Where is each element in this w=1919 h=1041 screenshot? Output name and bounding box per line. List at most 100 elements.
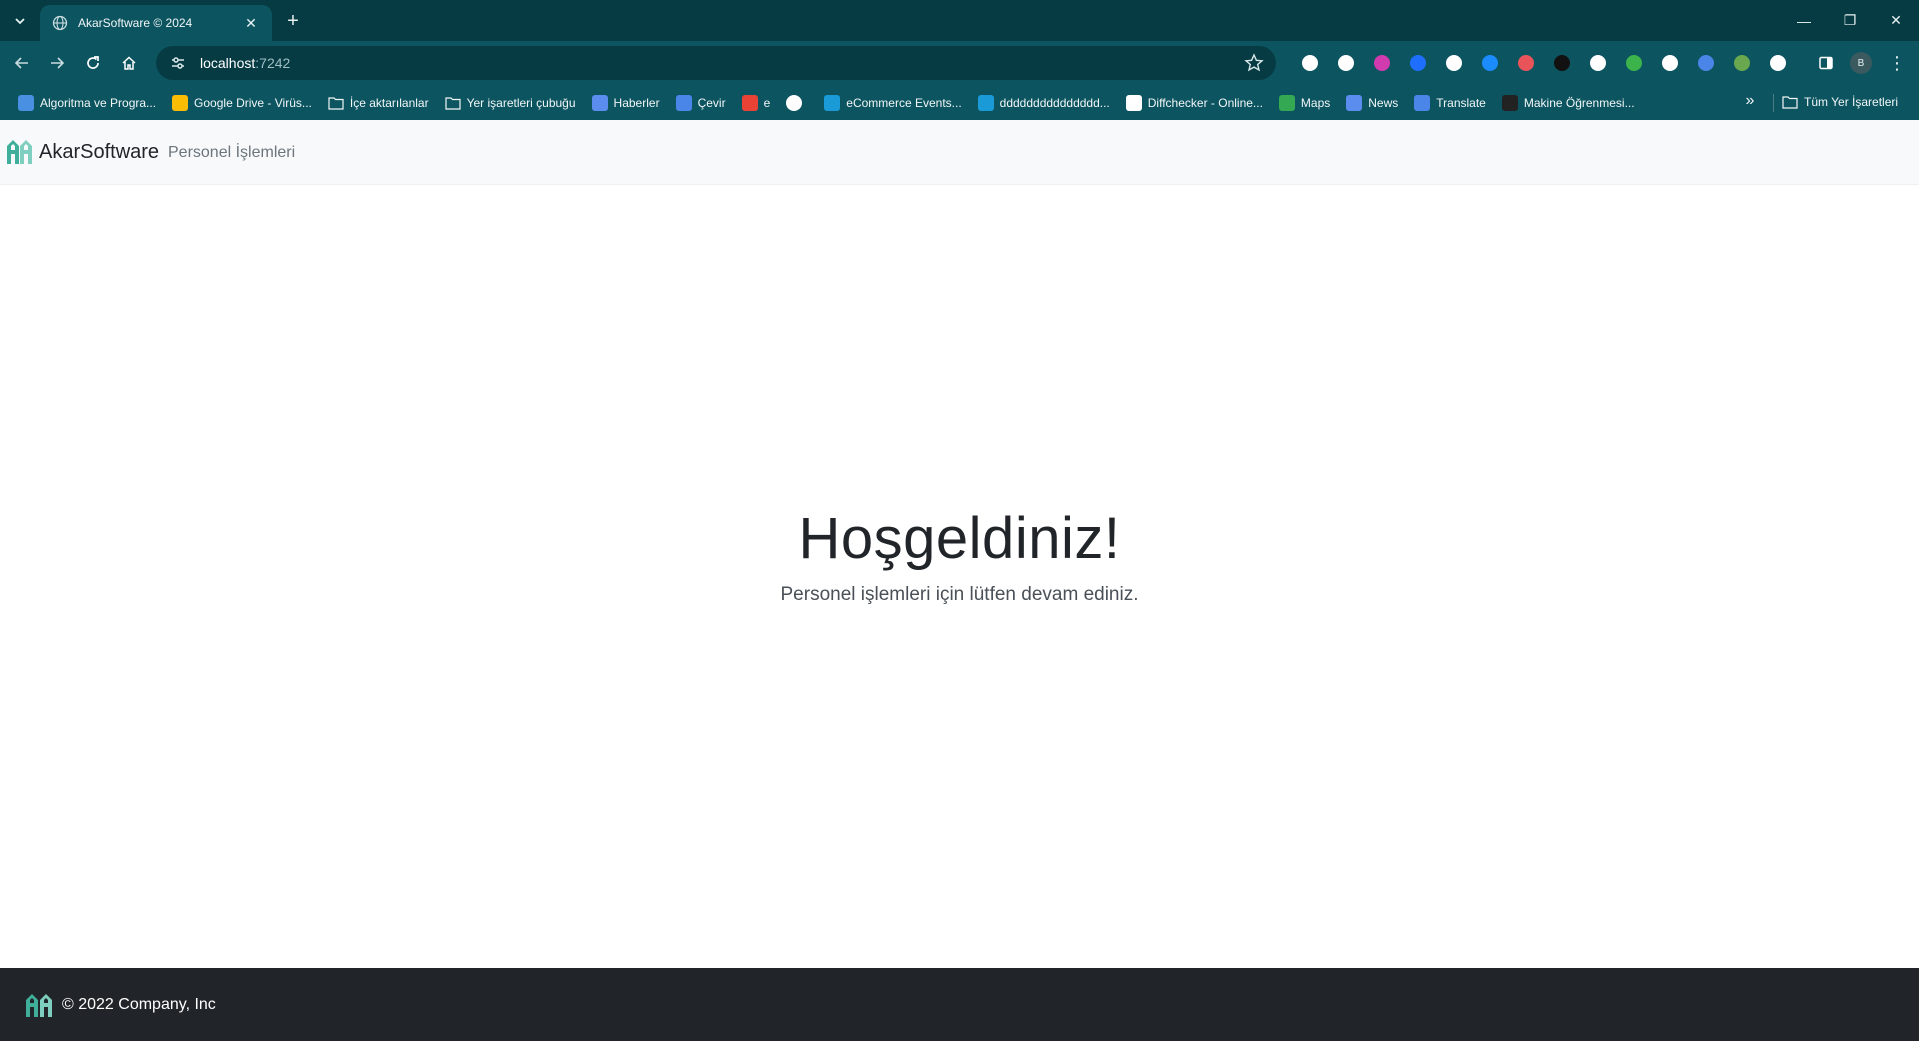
bookmark-item[interactable]: eCommerce Events... [816,90,969,116]
color-extension-icon[interactable] [1616,51,1652,75]
bookmark-item[interactable] [778,90,816,116]
news-icon [591,94,608,111]
green-extension-icon[interactable] [1724,51,1760,75]
welcome-section: Hoşgeldiniz! Personel işlemleri için lüt… [0,505,1919,606]
bookmark-label: Diffchecker - Online... [1147,95,1263,110]
forward-arrow-icon[interactable] [45,51,69,75]
translate-icon [675,94,692,111]
reload-icon[interactable] [81,51,105,75]
translate-icon [1414,94,1431,111]
puzzle-extension-icon[interactable] [1760,51,1796,75]
bookmark-label: Maps [1300,95,1331,110]
profile-avatar[interactable]: B [1850,52,1872,74]
bookmark-label: Yer işaretleri çubuğu [466,95,576,110]
url-host: localhost [200,55,256,71]
bookmark-label: Algoritma ve Progra... [40,95,157,110]
site-footer: © 2022 Company, Inc [0,968,1919,1041]
back-arrow-icon[interactable] [10,51,34,75]
bookmark-label: eCommerce Events... [846,95,962,110]
d-icon [1125,94,1142,111]
wordpress-icon [1501,94,1518,111]
atom-extension-icon[interactable] [1436,51,1472,75]
bookmarks-overflow-chevron-icon[interactable]: » [1738,89,1762,113]
bookmark-star-icon[interactable] [1244,53,1264,73]
folder-icon [1782,96,1798,109]
welcome-subtitle: Personel işlemleri için lütfen devam edi… [780,584,1139,605]
footer-copyright: © 2022 Company, Inc [62,996,216,1013]
browser-toolbar: localhost:7242 B ⋮ [0,41,1919,85]
brand-link[interactable]: AkarSoftware [5,138,159,166]
bookmark-label: Çevir [697,95,726,110]
browser-tab-active[interactable]: AkarSoftware © 2024 ✕ [40,5,272,41]
browser-tab-strip: AkarSoftware © 2024 ✕ + — ❐ ✕ [0,0,1919,41]
browser-menu-icon[interactable]: ⋮ [1885,51,1909,75]
bookmark-label: Makine Öğrenmesi... [1523,95,1635,110]
drive-icon [172,94,189,111]
url-port: :7242 [255,55,291,71]
nav-link-personel-islemleri[interactable]: Personel İşlemleri [168,144,295,162]
bookmarks-divider [1773,94,1774,112]
translate-extension-icon[interactable] [1688,51,1724,75]
bookmark-label: News [1368,95,1399,110]
mail-icon [741,94,758,111]
bookmark-item[interactable]: ddddddddddddddd... [970,90,1118,116]
printer-extension-icon[interactable] [1580,51,1616,75]
bookmark-item[interactable]: Algoritma ve Progra... [10,90,164,116]
minimize-window-icon[interactable]: — [1781,0,1827,41]
k-icon [824,94,841,111]
bookmark-label: Haberler [613,95,660,110]
side-panel-icon[interactable] [1814,51,1838,75]
bookmark-item[interactable]: Haberler [584,90,668,116]
bookmark-label: Google Drive - Virüs... [194,95,312,110]
f-extension-icon[interactable] [1400,51,1436,75]
home-icon[interactable] [117,51,141,75]
tab-close-icon[interactable]: ✕ [242,14,260,32]
extensions-row [1292,51,1796,75]
address-bar[interactable]: localhost:7242 [156,46,1276,80]
bookmark-item[interactable]: İçe aktarılanlar [320,90,437,116]
all-bookmarks-folder[interactable]: Tüm Yer İşaretleri [1782,89,1898,115]
akarsoftware-logo-icon [7,140,32,164]
bookmark-item[interactable]: Google Drive - Virüs... [164,90,320,116]
dark-extension-icon[interactable] [1544,51,1580,75]
bookmark-label: İçe aktarılanlar [349,95,429,110]
footer-logo-icon[interactable] [25,993,53,1017]
news-icon [1346,94,1363,111]
close-window-icon[interactable]: ✕ [1873,0,1919,41]
site-navbar: AkarSoftware Personel İşlemleri [0,120,1919,185]
camera-extension-icon[interactable] [1652,51,1688,75]
red-extension-icon[interactable] [1508,51,1544,75]
new-tab-plus-icon[interactable]: + [281,9,305,33]
bookmark-label: ddddddddddddddd... [999,95,1110,110]
globe-favicon-icon [52,15,68,31]
maps-icon [1278,94,1295,111]
bookmark-item[interactable]: Çevir [668,90,734,116]
shazam-extension-icon[interactable] [1472,51,1508,75]
bookmarks-bar: Algoritma ve Progra... Google Drive - Vir… [0,85,1919,120]
k-icon [977,94,994,111]
site-info-tune-icon[interactable] [168,53,188,73]
folder-icon [328,96,344,110]
welcome-title: Hoşgeldiniz! [798,506,1121,571]
url-text[interactable]: localhost:7242 [200,55,290,71]
bookmark-item[interactable]: e [734,90,779,116]
circle-extension-icon[interactable] [1328,51,1364,75]
tab-title: AkarSoftware © 2024 [78,16,193,30]
pen-icon [18,94,34,111]
bookmark-label: e [763,95,771,110]
restore-window-icon[interactable]: ❐ [1827,0,1873,41]
bookmark-label: Translate [1436,95,1486,110]
globe-icon [786,94,803,111]
tab-search-chevron-icon[interactable] [8,9,32,33]
bookmark-item[interactable]: News [1338,90,1406,116]
bookmark-item[interactable]: Yer işaretleri çubuğu [437,90,584,116]
all-bookmarks-label: Tüm Yer İşaretleri [1804,95,1899,109]
play-extension-icon[interactable] [1364,51,1400,75]
bookmark-item[interactable]: Diffchecker - Online... [1118,90,1271,116]
bookmark-item[interactable]: Maps [1271,90,1338,116]
folder-icon [444,96,461,110]
brand-name: AkarSoftware [39,140,160,163]
bookmark-item[interactable]: Makine Öğrenmesi... [1494,90,1643,116]
gauge-extension-icon[interactable] [1292,51,1328,75]
bookmark-item[interactable]: Translate [1406,90,1494,116]
